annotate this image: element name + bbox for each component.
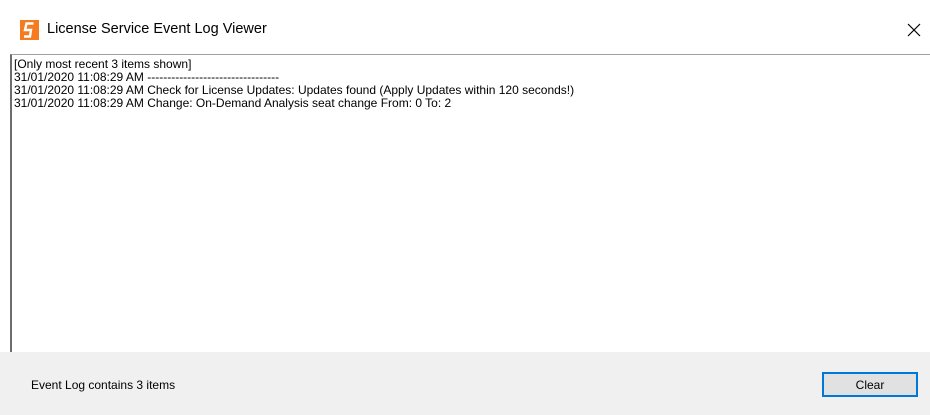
window-title: License Service Event Log Viewer [47,21,267,37]
log-line: 31/01/2020 11:08:29 AM Change: On-Demand… [14,96,452,110]
event-log-text-area[interactable]: [Only most recent 3 items shown] 31/01/2… [10,54,930,352]
footer-bar: Event Log contains 3 items Clear [0,352,930,415]
title-bar[interactable]: License Service Event Log Viewer [0,0,930,50]
event-log-viewer-window: License Service Event Log Viewer [Only m… [0,0,930,415]
close-button[interactable] [898,14,930,46]
close-icon [907,23,921,37]
clear-button[interactable]: Clear [822,372,918,397]
app-logo-icon [20,20,39,40]
status-text: Event Log contains 3 items [31,378,176,392]
